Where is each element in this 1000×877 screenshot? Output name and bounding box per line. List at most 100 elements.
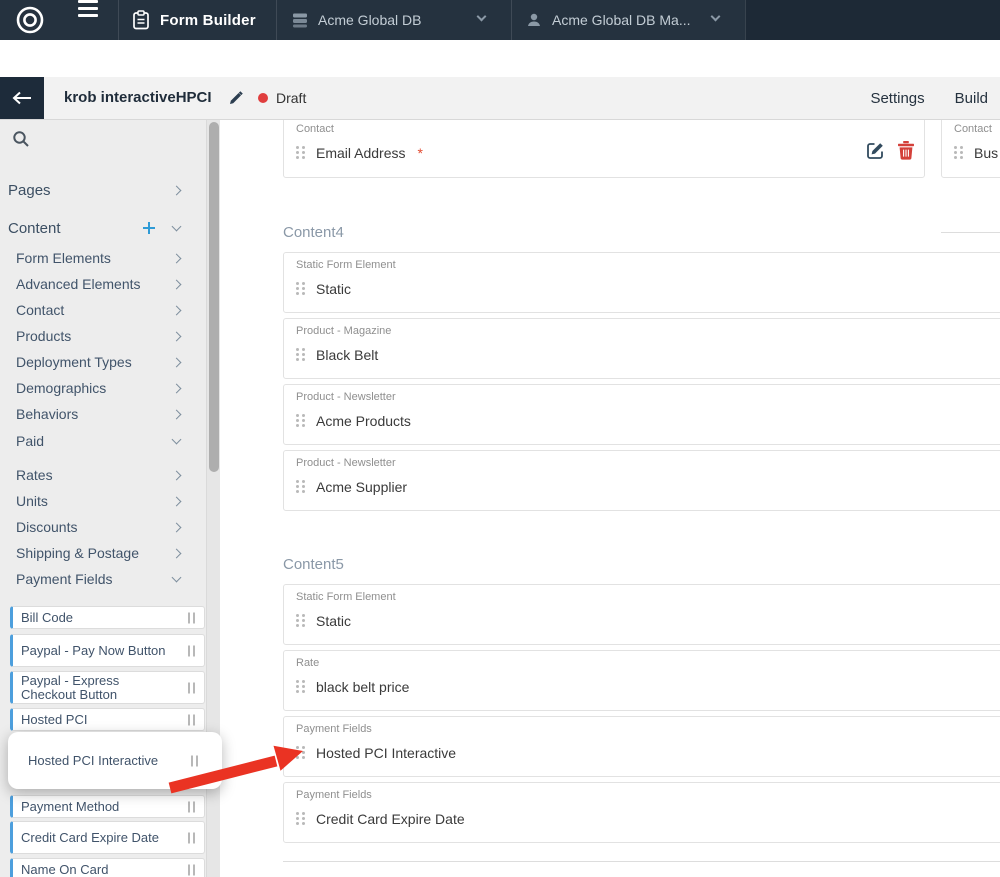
form-builder-icon (132, 10, 150, 30)
sidebar-item-advanced-elements[interactable]: Advanced Elements (0, 272, 200, 296)
drag-handle-icon[interactable] (188, 612, 195, 623)
drag-dots-icon[interactable] (296, 680, 305, 694)
sidebar-item-label: Discounts (16, 519, 77, 535)
chevron-right-icon (172, 279, 182, 289)
drag-handle-icon[interactable] (188, 801, 195, 812)
form-element-acme-products[interactable]: Product - Newsletter Acme Products (283, 384, 1000, 445)
app-title-group: Form Builder (132, 0, 256, 40)
back-arrow-icon (12, 91, 32, 105)
draft-status-dot (258, 93, 268, 103)
settings-link[interactable]: Settings (870, 90, 924, 107)
drag-dots-icon[interactable] (296, 282, 305, 296)
chevron-right-icon (172, 383, 182, 393)
topbar-divider (511, 0, 512, 40)
search-icon[interactable] (12, 130, 30, 153)
app-logo[interactable] (15, 0, 45, 40)
field-pill-bill-code[interactable]: Bill Code (10, 606, 205, 629)
sidebar-item-label: Rates (16, 467, 53, 483)
element-type-label: Rate (296, 657, 319, 669)
logo-icon (15, 5, 45, 35)
form-element-partial-right[interactable]: Contact Bus (941, 120, 1000, 178)
sidebar-item-payment-fields[interactable]: Payment Fields (0, 567, 200, 591)
form-element-email-address[interactable]: Contact Email Address * (283, 120, 925, 178)
drag-dots-icon[interactable] (296, 480, 305, 494)
drag-handle-icon[interactable] (188, 832, 195, 843)
sidebar-item-units[interactable]: Units (0, 489, 200, 513)
element-type-label: Payment Fields (296, 789, 372, 801)
drag-handle-icon[interactable] (188, 682, 195, 693)
drag-handle-icon[interactable] (188, 864, 195, 875)
field-pill-payment-method[interactable]: Payment Method (10, 795, 205, 818)
field-pill-label: Payment Method (21, 800, 173, 814)
back-button[interactable] (0, 77, 44, 119)
drag-dots-icon[interactable] (296, 746, 305, 760)
element-name: Bus (974, 145, 998, 161)
field-pill-credit-card-expire[interactable]: Credit Card Expire Date (10, 821, 205, 854)
app-window: Form Builder Acme Global DB Acme Global … (0, 0, 1000, 877)
chevron-right-icon (172, 331, 182, 341)
sidebar-item-label: Units (16, 493, 48, 509)
chevron-right-icon (172, 305, 182, 315)
sidebar-item-paid[interactable]: Paid (0, 429, 200, 453)
section-title-content4: Content4 (283, 224, 344, 241)
element-type-label: Static Form Element (296, 591, 396, 603)
edit-element-icon[interactable] (866, 141, 885, 163)
form-element-static-1[interactable]: Static Form Element Static (283, 252, 1000, 313)
sidebar-item-behaviors[interactable]: Behaviors (0, 402, 200, 426)
sidebar-item-label: Products (16, 328, 71, 344)
form-element-black-belt-price[interactable]: Rate black belt price (283, 650, 1000, 711)
topbar-divider (276, 0, 277, 40)
element-name: Black Belt (316, 347, 378, 363)
database-selector[interactable]: Acme Global DB (292, 0, 495, 40)
sidebar-item-shipping-postage[interactable]: Shipping & Postage (0, 541, 200, 565)
edit-title-icon[interactable] (228, 90, 244, 109)
drag-dots-icon[interactable] (296, 146, 305, 160)
element-name: Static (316, 613, 351, 629)
field-pill-hosted-pci[interactable]: Hosted PCI (10, 708, 205, 731)
scrollbar-thumb[interactable] (209, 122, 219, 472)
topbar-right-section (745, 0, 1000, 40)
chevron-right-icon (172, 357, 182, 367)
sidebar-item-rates[interactable]: Rates (0, 463, 200, 487)
menu-icon[interactable] (78, 0, 98, 40)
drag-handle-icon[interactable] (188, 645, 195, 656)
build-link[interactable]: Build (955, 90, 988, 107)
form-element-acme-supplier[interactable]: Product - Newsletter Acme Supplier (283, 450, 1000, 511)
delete-element-icon[interactable] (898, 141, 914, 163)
chevron-right-icon (172, 253, 182, 263)
element-type-label: Contact (954, 123, 992, 135)
sidebar-item-form-elements[interactable]: Form Elements (0, 246, 200, 270)
sidebar-item-pages[interactable]: Pages (0, 178, 200, 202)
sidebar-item-content[interactable]: Content (0, 216, 200, 240)
sidebar-item-label: Paid (16, 433, 44, 449)
account-selector[interactable]: Acme Global DB Ma... (526, 0, 726, 40)
pencil-icon (228, 90, 244, 106)
dragging-field-pill[interactable]: Hosted PCI Interactive (8, 732, 222, 789)
sidebar-item-discounts[interactable]: Discounts (0, 515, 200, 539)
sidebar-item-demographics[interactable]: Demographics (0, 376, 200, 400)
drag-dots-icon[interactable] (296, 348, 305, 362)
drag-handle-icon[interactable] (188, 714, 195, 725)
sidebar-item-deployment-types[interactable]: Deployment Types (0, 350, 200, 374)
drag-dots-icon[interactable] (296, 812, 305, 826)
drag-dots-icon[interactable] (296, 614, 305, 628)
form-element-hosted-pci-interactive[interactable]: Payment Fields Hosted PCI Interactive (283, 716, 1000, 777)
sidebar-item-products[interactable]: Products (0, 324, 200, 348)
form-element-static-2[interactable]: Static Form Element Static (283, 584, 1000, 645)
field-pill-label: Bill Code (21, 611, 173, 625)
chevron-right-icon (172, 522, 182, 532)
field-pill-name-on-card[interactable]: Name On Card (10, 858, 205, 877)
field-pill-paypal-express[interactable]: Paypal - Express Checkout Button (10, 671, 205, 704)
chevron-down-icon (172, 572, 182, 582)
drag-dots-icon[interactable] (296, 414, 305, 428)
form-title: krob interactiveHPCI (64, 77, 212, 119)
add-content-icon[interactable] (142, 221, 156, 239)
form-element-black-belt[interactable]: Product - Magazine Black Belt (283, 318, 1000, 379)
topbar-divider (745, 0, 746, 40)
drag-handle-icon[interactable] (191, 755, 198, 766)
field-pill-paypal-pay-now[interactable]: Paypal - Pay Now Button (10, 634, 205, 667)
element-type-label: Static Form Element (296, 259, 396, 271)
form-element-credit-card-expire-date[interactable]: Payment Fields Credit Card Expire Date (283, 782, 1000, 843)
drag-dots-icon[interactable] (954, 146, 963, 160)
sidebar-item-contact[interactable]: Contact (0, 298, 200, 322)
